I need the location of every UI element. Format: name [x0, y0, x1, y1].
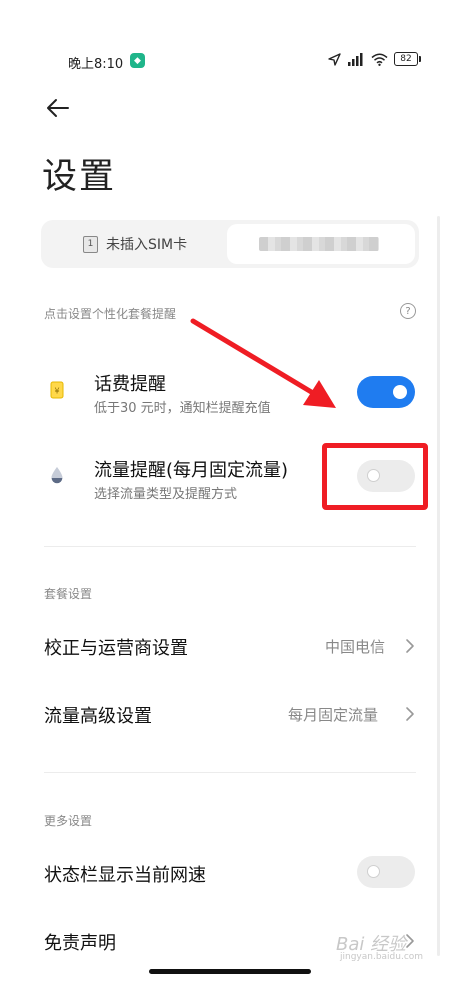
- section-divider: [44, 772, 416, 773]
- redacted-sim-label: [259, 237, 379, 251]
- disclaimer-title: 免责声明: [44, 933, 116, 954]
- settings-screen: 晚上8:10 ◆ 82 设置 1 未插入SIM卡 点击设置个性化套餐提醒 ? ¥…: [0, 0, 454, 985]
- help-icon[interactable]: ?: [400, 303, 416, 319]
- advanced-data-settings-title: 流量高级设置: [44, 706, 152, 727]
- scrollbar[interactable]: [437, 216, 440, 956]
- chevron-right-icon: [406, 639, 414, 653]
- battery-icon: 82: [394, 52, 421, 66]
- bill-reminder-toggle[interactable]: [357, 376, 415, 408]
- bill-reminder-title: 话费提醒: [94, 374, 166, 395]
- location-icon: [328, 52, 341, 66]
- annotation-highlight-box: [322, 443, 428, 510]
- carrier-settings-value: 中国电信: [325, 638, 386, 656]
- sim-card-icon: 1: [83, 235, 98, 253]
- sim-tab-1[interactable]: 1 未插入SIM卡: [83, 234, 187, 254]
- sim-tab-bar: 1 未插入SIM卡: [41, 220, 419, 268]
- watermark-url: jingyan.baidu.com: [340, 952, 424, 962]
- data-reminder-subtitle: 选择流量类型及提醒方式: [94, 487, 238, 502]
- signal-icon: [348, 52, 363, 66]
- status-icons: 82: [328, 52, 421, 66]
- app-notification-icon: ◆: [130, 53, 145, 68]
- svg-text:¥: ¥: [54, 387, 59, 396]
- section-divider: [44, 546, 416, 547]
- plan-section-label: 套餐设置: [44, 587, 93, 601]
- advanced-data-settings-value: 每月固定流量: [288, 706, 379, 724]
- status-bar-speed-title: 状态栏显示当前网速: [44, 865, 206, 886]
- back-arrow-icon[interactable]: [44, 94, 72, 122]
- data-reminder-title: 流量提醒(每月固定流量): [94, 460, 289, 481]
- page-title: 设置: [42, 157, 117, 197]
- reminder-section-label: 点击设置个性化套餐提醒: [44, 307, 177, 321]
- annotation-arrow-icon: [190, 318, 336, 408]
- home-indicator[interactable]: [149, 969, 311, 974]
- toggle-knob: [367, 865, 380, 878]
- carrier-settings-title: 校正与运营商设置: [44, 638, 188, 659]
- status-bar: 晚上8:10 ◆ 82: [0, 50, 454, 74]
- sim-tab-1-label: 未插入SIM卡: [106, 237, 188, 253]
- sim-tab-2[interactable]: [227, 224, 415, 264]
- bill-icon: ¥: [50, 381, 64, 399]
- more-section-label: 更多设置: [44, 814, 93, 828]
- clock: 晚上8:10: [68, 57, 124, 72]
- toggle-knob: [393, 385, 407, 399]
- status-bar-speed-toggle[interactable]: [357, 856, 415, 888]
- chevron-right-icon: [406, 934, 414, 948]
- chevron-right-icon: [406, 707, 414, 721]
- data-drop-icon: [51, 467, 63, 484]
- wifi-icon: [371, 53, 388, 66]
